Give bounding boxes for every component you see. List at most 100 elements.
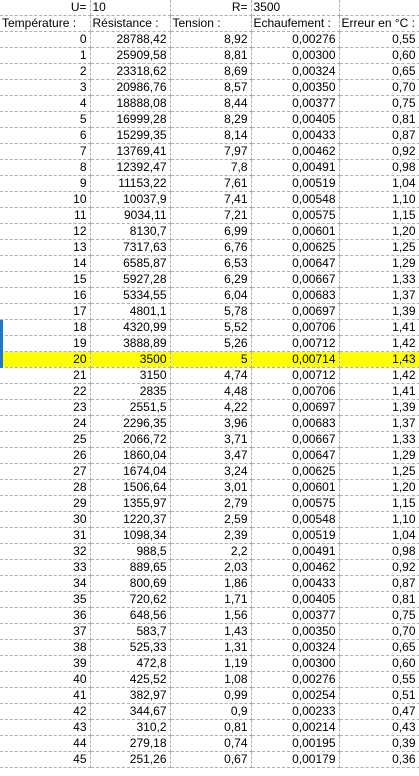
cell-echaufement[interactable]: 0,00601 — [251, 223, 340, 240]
cell-resistance[interactable]: 5927,28 — [90, 271, 171, 288]
cell-echaufement[interactable]: 0,00195 — [251, 735, 340, 752]
cell-tension[interactable]: 8,14 — [170, 127, 252, 144]
cell-erreur[interactable]: 0,98 — [339, 543, 419, 560]
cell-tension[interactable]: 0,74 — [170, 735, 252, 752]
cell-erreur[interactable]: 1,39 — [339, 399, 419, 416]
cell-tension[interactable]: 1,08 — [170, 671, 252, 688]
cell-erreur[interactable]: 0,65 — [339, 63, 419, 80]
cell-resistance[interactable]: 251,26 — [90, 751, 171, 768]
cell-temperature[interactable]: 11 — [0, 207, 91, 224]
cell-temperature[interactable]: 38 — [0, 639, 91, 656]
cell-resistance[interactable]: 8130,7 — [90, 223, 171, 240]
cell-temperature[interactable]: 32 — [0, 543, 91, 560]
cell-temperature[interactable]: 9 — [0, 175, 91, 192]
cell-temperature[interactable]: 35 — [0, 591, 91, 608]
cell-echaufement[interactable]: 0,00433 — [251, 575, 340, 592]
cell-r-label[interactable]: R= — [170, 0, 252, 16]
cell-temperature[interactable]: 16 — [0, 287, 91, 304]
cell-echaufement[interactable]: 0,00300 — [251, 655, 340, 672]
cell-echaufement[interactable]: 0,00647 — [251, 447, 340, 464]
cell-temperature[interactable]: 15 — [0, 271, 91, 288]
cell-u-label[interactable]: U= — [0, 0, 91, 16]
cell-resistance[interactable]: 310,2 — [90, 719, 171, 736]
cell-u-value[interactable]: 10 — [90, 0, 171, 16]
cell-tension[interactable]: 7,21 — [170, 207, 252, 224]
cell-echaufement[interactable]: 0,00491 — [251, 159, 340, 176]
cell-echaufement[interactable]: 0,00575 — [251, 207, 340, 224]
cell-erreur[interactable]: 0,75 — [339, 607, 419, 624]
cell-echaufement[interactable]: 0,00276 — [251, 671, 340, 688]
cell-temperature[interactable]: 37 — [0, 623, 91, 640]
cell-temperature[interactable]: 0 — [0, 31, 91, 48]
cell-temperature[interactable]: 45 — [0, 751, 91, 768]
cell-temperature[interactable]: 7 — [0, 143, 91, 160]
cell-echaufement[interactable]: 0,00179 — [251, 751, 340, 768]
cell-resistance[interactable]: 28788,42 — [90, 31, 171, 48]
cell-resistance[interactable]: 13769,41 — [90, 143, 171, 160]
cell-tension[interactable]: 6,76 — [170, 239, 252, 256]
cell-echaufement[interactable]: 0,00405 — [251, 111, 340, 128]
cell-echaufement[interactable]: 0,00276 — [251, 31, 340, 48]
cell-erreur[interactable]: 1,37 — [339, 415, 419, 432]
cell-temperature[interactable]: 10 — [0, 191, 91, 208]
cell-temperature[interactable]: 3 — [0, 79, 91, 96]
cell-tension[interactable]: 3,47 — [170, 447, 252, 464]
cell-echaufement[interactable]: 0,00300 — [251, 47, 340, 64]
cell-temperature[interactable]: 2 — [0, 63, 91, 80]
cell-erreur[interactable]: 0,36 — [339, 751, 419, 768]
cell-resistance[interactable]: 7317,63 — [90, 239, 171, 256]
cell-echaufement[interactable]: 0,00548 — [251, 511, 340, 528]
cell-erreur[interactable]: 0,39 — [339, 735, 419, 752]
cell-echaufement[interactable]: 0,00377 — [251, 607, 340, 624]
cell-tension[interactable]: 0,81 — [170, 719, 252, 736]
cell-tension[interactable]: 8,69 — [170, 63, 252, 80]
cell-resistance[interactable]: 23318,62 — [90, 63, 171, 80]
cell-resistance[interactable]: 9034,11 — [90, 207, 171, 224]
cell-tension[interactable]: 1,56 — [170, 607, 252, 624]
cell-temperature[interactable]: 26 — [0, 447, 91, 464]
cell-temperature[interactable]: 36 — [0, 607, 91, 624]
cell-erreur[interactable]: 1,04 — [339, 175, 419, 192]
cell-resistance[interactable]: 1220,37 — [90, 511, 171, 528]
cell-resistance[interactable]: 583,7 — [90, 623, 171, 640]
cell-erreur[interactable]: 1,42 — [339, 335, 419, 352]
cell-erreur[interactable]: 1,33 — [339, 431, 419, 448]
cell-temperature[interactable]: 42 — [0, 703, 91, 720]
cell-erreur[interactable]: 0,60 — [339, 47, 419, 64]
cell-tension[interactable]: 7,97 — [170, 143, 252, 160]
cell-echaufement[interactable]: 0,00712 — [251, 335, 340, 352]
cell-tension[interactable]: 6,29 — [170, 271, 252, 288]
cell-tension[interactable]: 1,86 — [170, 575, 252, 592]
cell-erreur[interactable]: 1,29 — [339, 255, 419, 272]
cell-resistance[interactable]: 1098,34 — [90, 527, 171, 544]
cell-tension[interactable]: 2,03 — [170, 559, 252, 576]
cell-tension[interactable]: 7,61 — [170, 175, 252, 192]
cell-echaufement[interactable]: 0,00433 — [251, 127, 340, 144]
cell-resistance[interactable]: 15299,35 — [90, 127, 171, 144]
cell-resistance[interactable]: 382,97 — [90, 687, 171, 704]
cell-echaufement[interactable]: 0,00519 — [251, 527, 340, 544]
cell-resistance[interactable]: 344,67 — [90, 703, 171, 720]
cell-echaufement[interactable]: 0,00377 — [251, 95, 340, 112]
cell-erreur[interactable]: 1,33 — [339, 271, 419, 288]
cell-erreur[interactable]: 0,81 — [339, 111, 419, 128]
cell-echaufement[interactable]: 0,00519 — [251, 175, 340, 192]
cell-resistance[interactable]: 3150 — [90, 367, 171, 384]
cell-resistance[interactable]: 2066,72 — [90, 431, 171, 448]
cell-echaufement[interactable]: 0,00462 — [251, 559, 340, 576]
cell-temperature[interactable]: 44 — [0, 735, 91, 752]
header-erreur[interactable]: Erreur en °C : — [339, 15, 419, 32]
cell-resistance[interactable]: 20986,76 — [90, 79, 171, 96]
cell-resistance[interactable]: 800,69 — [90, 575, 171, 592]
cell-temperature[interactable]: 1 — [0, 47, 91, 64]
cell-temperature[interactable]: 21 — [0, 367, 91, 384]
cell-echaufement[interactable]: 0,00575 — [251, 495, 340, 512]
cell-erreur[interactable]: 1,25 — [339, 463, 419, 480]
cell-tension[interactable]: 6,04 — [170, 287, 252, 304]
header-echaufement[interactable]: Echaufement : — [251, 15, 340, 32]
cell-tension[interactable]: 4,22 — [170, 399, 252, 416]
cell-erreur[interactable]: 0,51 — [339, 687, 419, 704]
cell-empty[interactable] — [339, 0, 419, 16]
cell-resistance[interactable]: 3500 — [90, 351, 171, 368]
cell-resistance[interactable]: 1860,04 — [90, 447, 171, 464]
